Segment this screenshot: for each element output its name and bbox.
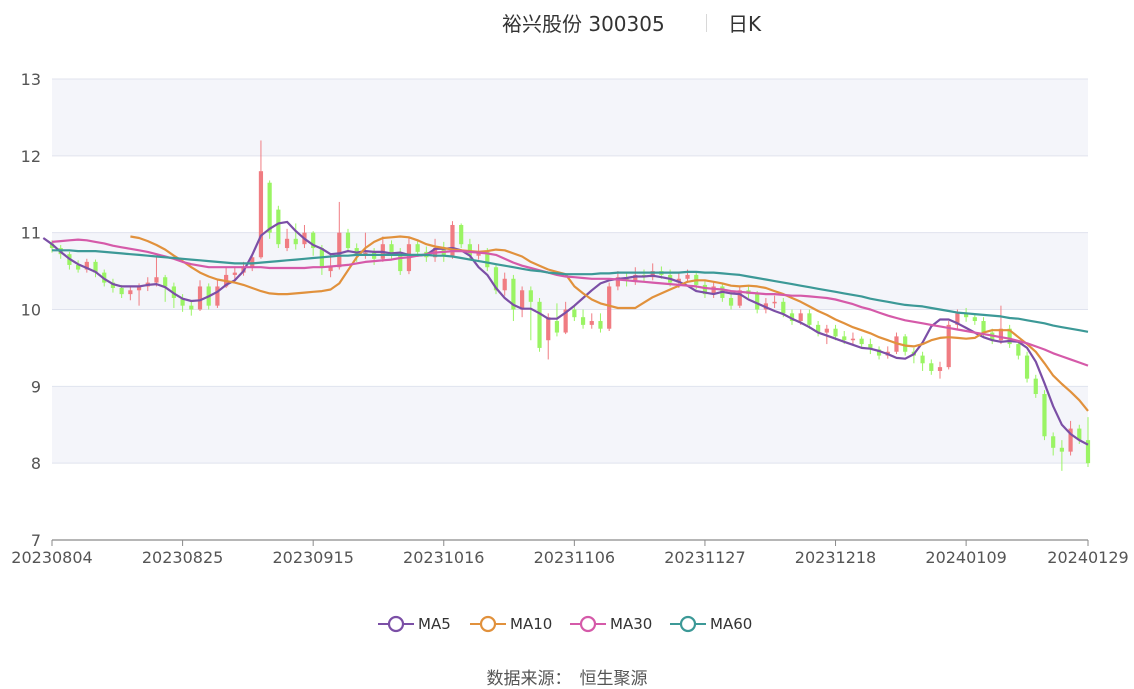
legend-ma60-icon	[670, 615, 706, 633]
candle-body	[607, 286, 612, 329]
candle-body	[189, 305, 194, 310]
candle-body	[284, 238, 290, 249]
y-tick-label: 8	[31, 454, 41, 473]
candle-body	[232, 272, 237, 275]
candle-body	[119, 287, 124, 295]
x-tick-label: 20240109	[925, 548, 1006, 567]
candle-body	[850, 338, 856, 341]
candle-body	[520, 290, 525, 310]
candle-body	[946, 324, 951, 368]
candle-body	[598, 321, 603, 329]
x-tick-label: 20230804	[11, 548, 92, 567]
candle-body	[1042, 394, 1047, 437]
candle-body	[197, 286, 203, 310]
candle-body	[546, 317, 551, 341]
legend-item-ma10[interactable]: MA10	[470, 610, 552, 638]
candle-body	[345, 232, 351, 249]
source-label: 数据来源：	[486, 669, 572, 689]
legend-item-ma60[interactable]: MA60	[670, 610, 752, 638]
candle-body	[981, 321, 986, 333]
candle-body	[328, 267, 333, 272]
candle-body	[929, 363, 934, 371]
candle-body	[502, 278, 507, 291]
candle-body	[937, 367, 943, 371]
legend-label-ma5: MA5	[418, 615, 451, 633]
candle-body	[572, 309, 577, 318]
candle-body	[1016, 344, 1021, 356]
candle-body	[824, 328, 829, 333]
x-tick-label: 20230915	[272, 548, 353, 567]
candle-body	[398, 254, 403, 272]
candle-body	[580, 317, 586, 325]
legend: MA5 MA10 MA30 MA60	[0, 610, 1134, 640]
candle-body	[781, 301, 786, 314]
candle-body	[459, 224, 464, 245]
candle-body	[798, 313, 803, 322]
y-tick-label: 9	[31, 377, 41, 396]
candle-body	[920, 355, 925, 364]
candle-body	[1051, 436, 1056, 448]
legend-ma30-icon	[570, 615, 606, 633]
y-tick-label: 11	[21, 224, 41, 243]
candle-body	[554, 321, 560, 333]
legend-label-ma60: MA60	[710, 615, 753, 633]
candle-body	[1033, 378, 1038, 395]
candle-body	[1059, 447, 1064, 452]
y-tick-label: 13	[21, 70, 41, 89]
candle-body	[1024, 355, 1030, 379]
x-tick-label: 20231127	[664, 548, 745, 567]
y-tick-label: 10	[21, 301, 41, 320]
candle-body	[859, 338, 864, 345]
candle-body	[833, 328, 838, 337]
candle-body	[972, 317, 977, 322]
legend-item-ma30[interactable]: MA30	[570, 610, 652, 638]
candle-body	[415, 244, 420, 252]
candle-body	[276, 209, 281, 245]
x-tick-label: 20231016	[403, 548, 484, 567]
legend-label-ma30: MA30	[610, 615, 653, 633]
candle-body	[293, 238, 298, 245]
candle-body	[537, 301, 542, 348]
candle-body	[128, 290, 133, 295]
stock-kline-chart: 裕兴股份 300305 日K 7 8 9 10 11 12 13 20230804 202308…	[0, 0, 1134, 689]
plot-area[interactable]: 7891011121320230804 20230825 20230915 20231…	[0, 0, 1134, 600]
candle-body	[807, 313, 812, 325]
legend-ma10-icon	[470, 615, 506, 633]
candle-body	[267, 182, 272, 233]
legend-label-ma10: MA10	[510, 615, 553, 633]
candle-body	[772, 301, 777, 304]
candle-body	[154, 277, 159, 283]
data-source: 数据来源： 恒生聚源	[0, 664, 1134, 689]
y-tick-label: 12	[21, 147, 41, 166]
candle-body	[528, 290, 533, 302]
candle-body	[163, 277, 168, 287]
x-tick-label: 20240129	[1047, 548, 1128, 567]
x-tick-label: 20231218	[795, 548, 876, 567]
candle-body	[728, 297, 734, 306]
candle-body	[842, 336, 847, 341]
legend-item-ma5[interactable]: MA5	[378, 610, 451, 638]
x-tick-label: 20231106	[534, 548, 615, 567]
source-name: 恒生聚源	[579, 669, 648, 689]
x-tick-label: 20230825	[142, 548, 223, 567]
candle-body	[589, 321, 594, 325]
candle-body	[258, 171, 264, 258]
grid-band	[52, 79, 1088, 156]
candle-body	[685, 274, 690, 279]
candle-body	[337, 232, 342, 268]
legend-ma5-icon	[378, 615, 414, 633]
grid-band	[52, 386, 1088, 464]
